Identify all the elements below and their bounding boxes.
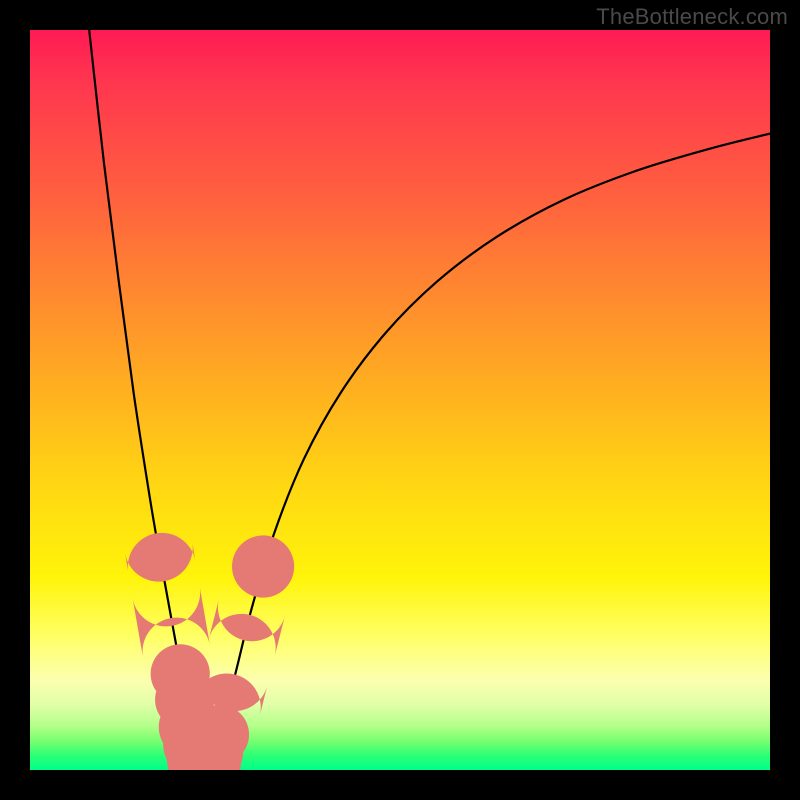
- marker-group: [125, 533, 294, 770]
- outer-frame: TheBottleneck.com: [0, 0, 800, 800]
- plot-area: [30, 30, 770, 770]
- marker-pill: [125, 533, 195, 582]
- marker-pill: [209, 599, 285, 657]
- watermark-text: TheBottleneck.com: [596, 4, 788, 30]
- curve-right-branch: [204, 134, 770, 769]
- marker-dot: [232, 535, 294, 597]
- marker-dot: [190, 705, 249, 764]
- chart-svg: [30, 30, 770, 770]
